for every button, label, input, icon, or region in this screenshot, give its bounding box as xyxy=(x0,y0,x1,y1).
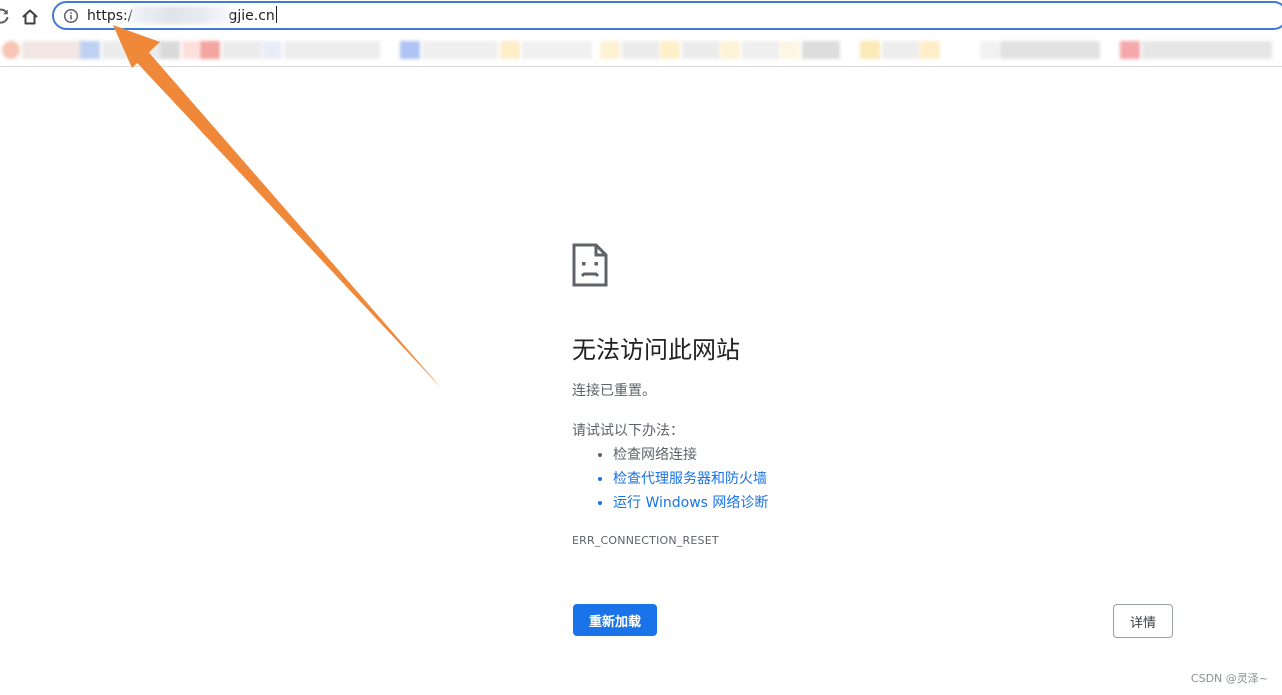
error-summary: 连接已重置。 xyxy=(572,383,656,399)
bookmark-item[interactable] xyxy=(102,41,162,59)
bookmark-item[interactable] xyxy=(882,41,920,59)
error-title: 无法访问此网站 xyxy=(572,336,740,364)
bookmark-item[interactable] xyxy=(742,41,780,59)
text-caret xyxy=(275,6,277,23)
bookmark-item[interactable] xyxy=(422,41,498,59)
bookmark-item[interactable] xyxy=(802,41,840,59)
bookmark-favicon[interactable] xyxy=(600,41,620,59)
bookmark-item[interactable] xyxy=(1000,41,1100,59)
suggestion-check-connection: 检查网络连接 xyxy=(613,443,768,467)
suggestions-heading: 请试试以下办法： xyxy=(572,423,684,439)
address-bar[interactable]: https:/ gjie.cn xyxy=(52,1,1282,30)
bookmark-favicon[interactable] xyxy=(780,41,800,59)
url-redaction xyxy=(130,6,231,24)
browser-window: https:/ gjie.cn 无法访问此网站 连接已重置。 请试试以下办法： •… xyxy=(0,0,1282,695)
url-prefix: https:/ xyxy=(87,8,133,24)
bookmark-item[interactable] xyxy=(284,41,380,59)
details-button[interactable]: 详情 xyxy=(1113,604,1173,638)
bookmark-item[interactable] xyxy=(622,41,660,59)
bookmarks-bar xyxy=(0,34,1282,67)
bookmark-favicon[interactable] xyxy=(2,41,20,59)
csdn-watermark: CSDN @灵泽~ xyxy=(1190,672,1268,685)
bookmark-favicon[interactable] xyxy=(262,41,282,59)
bookmark-favicon[interactable] xyxy=(860,41,880,59)
bookmark-favicon[interactable] xyxy=(200,41,220,59)
bookmark-item[interactable] xyxy=(522,41,592,59)
address-url[interactable]: https:/ gjie.cn xyxy=(87,6,277,26)
bookmark-favicon[interactable] xyxy=(80,41,100,59)
bookmark-favicon[interactable] xyxy=(500,41,520,59)
url-suffix: gjie.cn xyxy=(228,8,275,24)
arrow-shaft xyxy=(127,40,443,390)
bookmark-favicon[interactable] xyxy=(1120,41,1140,59)
bookmark-item[interactable] xyxy=(1142,41,1272,59)
bookmark-favicon[interactable] xyxy=(660,41,680,59)
reload-button[interactable] xyxy=(0,4,14,30)
bookmark-favicon[interactable] xyxy=(980,41,1000,59)
bookmark-favicon[interactable] xyxy=(182,41,200,59)
bookmark-item[interactable] xyxy=(222,41,262,59)
bookmark-favicon[interactable] xyxy=(720,41,740,59)
bookmark-favicon[interactable] xyxy=(160,41,180,59)
home-icon xyxy=(22,9,38,25)
reload-page-button[interactable]: 重新加载 xyxy=(573,604,657,636)
reload-icon xyxy=(0,8,9,24)
info-icon[interactable] xyxy=(63,8,79,24)
home-button[interactable] xyxy=(17,4,43,30)
suggestion-check-proxy-link[interactable]: 检查代理服务器和防火墙 xyxy=(613,467,768,491)
suggestion-run-diagnostics-link[interactable]: 运行 Windows 网络诊断 xyxy=(613,491,768,515)
error-code: ERR_CONNECTION_RESET xyxy=(572,534,719,547)
bookmark-favicon[interactable] xyxy=(400,41,420,59)
suggestions-list: 检查网络连接 检查代理服务器和防火墙 运行 Windows 网络诊断 xyxy=(572,443,768,515)
sad-page-icon xyxy=(572,243,608,287)
bookmark-favicon[interactable] xyxy=(920,41,940,59)
bookmark-item[interactable] xyxy=(682,41,720,59)
browser-toolbar: https:/ gjie.cn xyxy=(0,0,1282,34)
bookmark-item[interactable] xyxy=(22,41,82,59)
